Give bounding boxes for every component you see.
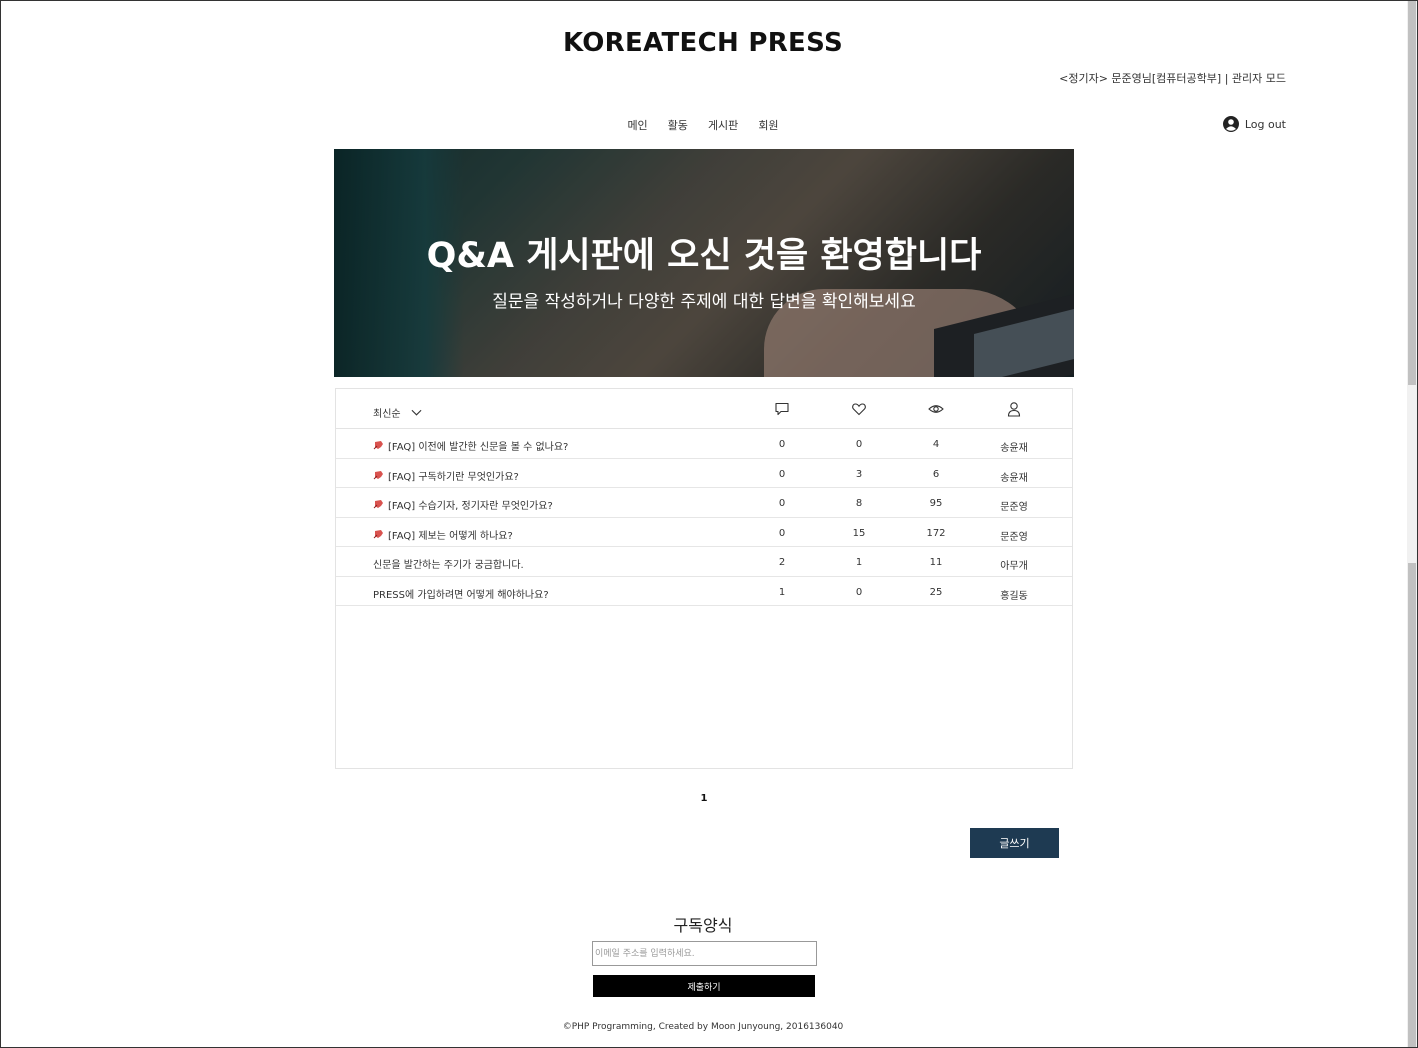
author-name: 송윤재 [1000,472,1028,484]
board-header: 최신순 [336,389,1072,429]
author-name: 홍길동 [1000,590,1028,602]
post-title-link[interactable]: PRESS에 가입하려면 어떻게 해야하나요? [373,586,549,601]
comment-count: 0 [778,527,786,539]
table-row[interactable]: [FAQ] 이전에 발간한 신문을 볼 수 없나요? 0 0 4 송윤재 [336,429,1072,459]
eye-icon [928,405,944,413]
like-count: 8 [855,498,863,509]
site-title[interactable]: KOREATECH PRESS [0,28,1406,58]
chevron-down-icon [411,409,422,416]
subscribe-title: 구독양식 [673,916,733,935]
post-title-link[interactable]: [FAQ] 수습기자, 정기자란 무엇인가요? [373,497,553,512]
pin-icon [373,500,383,509]
table-row[interactable]: [FAQ] 구독하기란 무엇인가요? 0 3 6 송윤재 [336,459,1072,488]
nav-item-members[interactable]: 회원 [758,117,778,133]
user-circle-icon [1222,116,1239,132]
pin-icon [373,470,383,479]
hero-title: Q&A 게시판에 오신 것을 환영합니다 [426,236,982,276]
comment-count: 0 [778,468,786,480]
comment-icon [775,402,789,416]
like-count: 3 [855,468,863,480]
table-row[interactable]: [FAQ] 수습기자, 정기자란 무엇인가요? 0 8 95 문준영 [336,488,1072,518]
comment-count: 1 [778,586,786,598]
user-info[interactable]: <정기자> 문준영님[컴퓨터공학부] | 관리자 모드 [1059,70,1286,86]
qa-board: 최신순 [FAQ] 이전에 발간한 신문을 볼 수 없나요? 0 0 4 송윤재 [335,388,1073,769]
like-count: 0 [855,586,863,598]
scrollbar-thumb[interactable] [1408,1,1416,385]
view-count: 4 [932,439,940,450]
post-title-link[interactable]: [FAQ] 제보는 어떻게 하나요? [373,527,513,542]
nav-item-activity[interactable]: 활동 [668,117,688,133]
post-title-link[interactable]: [FAQ] 이전에 발간한 신문을 볼 수 없나요? [373,438,568,453]
pin-icon [373,441,383,450]
view-count: 95 [929,498,943,509]
view-count: 172 [926,527,946,539]
main-nav: 메인 활동 게시판 회원 [0,117,1406,133]
post-title: [FAQ] 제보는 어떻게 하나요? [388,530,513,542]
table-row[interactable]: 신문을 발간하는 주기가 궁금합니다. 2 1 11 아무개 [336,547,1072,577]
post-title: 신문을 발간하는 주기가 궁금합니다. [373,560,524,571]
author-name: 아무개 [1000,561,1028,572]
scrollbar-track-lower [1408,563,1416,1047]
table-row[interactable]: [FAQ] 제보는 어떻게 하나요? 0 15 172 문준영 [336,518,1072,547]
footer-text: ©PHP Programming, Created by Moon Junyou… [562,1022,844,1032]
logout-label: Log out [1244,117,1286,131]
comment-count: 0 [778,439,786,450]
view-count: 6 [932,468,940,480]
post-title: PRESS에 가입하려면 어떻게 해야하나요? [373,589,549,601]
author-name: 문준영 [1000,531,1028,543]
post-title: [FAQ] 수습기자, 정기자란 무엇인가요? [388,501,553,512]
like-count: 15 [852,527,866,539]
hero-subtitle: 질문을 작성하거나 다양한 주제에 대한 답변을 확인해보세요 [492,292,916,312]
email-input[interactable] [592,941,817,966]
table-row[interactable]: PRESS에 가입하려면 어떻게 해야하나요? 1 0 25 홍길동 [336,577,1072,606]
post-title-link[interactable]: [FAQ] 구독하기란 무엇인가요? [373,468,519,483]
author-name: 문준영 [1000,502,1028,513]
post-title: [FAQ] 이전에 발간한 신문을 볼 수 없나요? [388,442,569,453]
hero-banner: Q&A 게시판에 오신 것을 환영합니다 질문을 작성하거나 다양한 주제에 대… [334,149,1074,377]
write-post-button[interactable]: 글쓰기 [970,828,1059,858]
comment-count: 2 [778,557,786,568]
sort-label: 최신순 [373,409,401,420]
scrollbar[interactable] [1407,1,1417,1047]
page-number-current[interactable]: 1 [690,793,718,804]
nav-item-main[interactable]: 메인 [627,117,647,133]
view-count: 25 [929,586,943,598]
comment-count: 0 [778,498,786,509]
user-icon [1007,402,1021,417]
pin-icon [373,529,383,538]
nav-item-board[interactable]: 게시판 [708,117,738,133]
heart-icon [852,403,866,416]
author-name: 송윤재 [1000,443,1028,454]
logout-button[interactable]: Log out [1222,116,1286,132]
like-count: 0 [855,439,863,450]
post-title: [FAQ] 구독하기란 무엇인가요? [388,471,519,483]
like-count: 1 [855,557,863,568]
post-title-link[interactable]: 신문을 발간하는 주기가 궁금합니다. [373,556,524,571]
submit-button[interactable]: 제출하기 [593,975,815,997]
sort-dropdown[interactable]: 최신순 [373,405,422,420]
view-count: 11 [929,557,943,568]
